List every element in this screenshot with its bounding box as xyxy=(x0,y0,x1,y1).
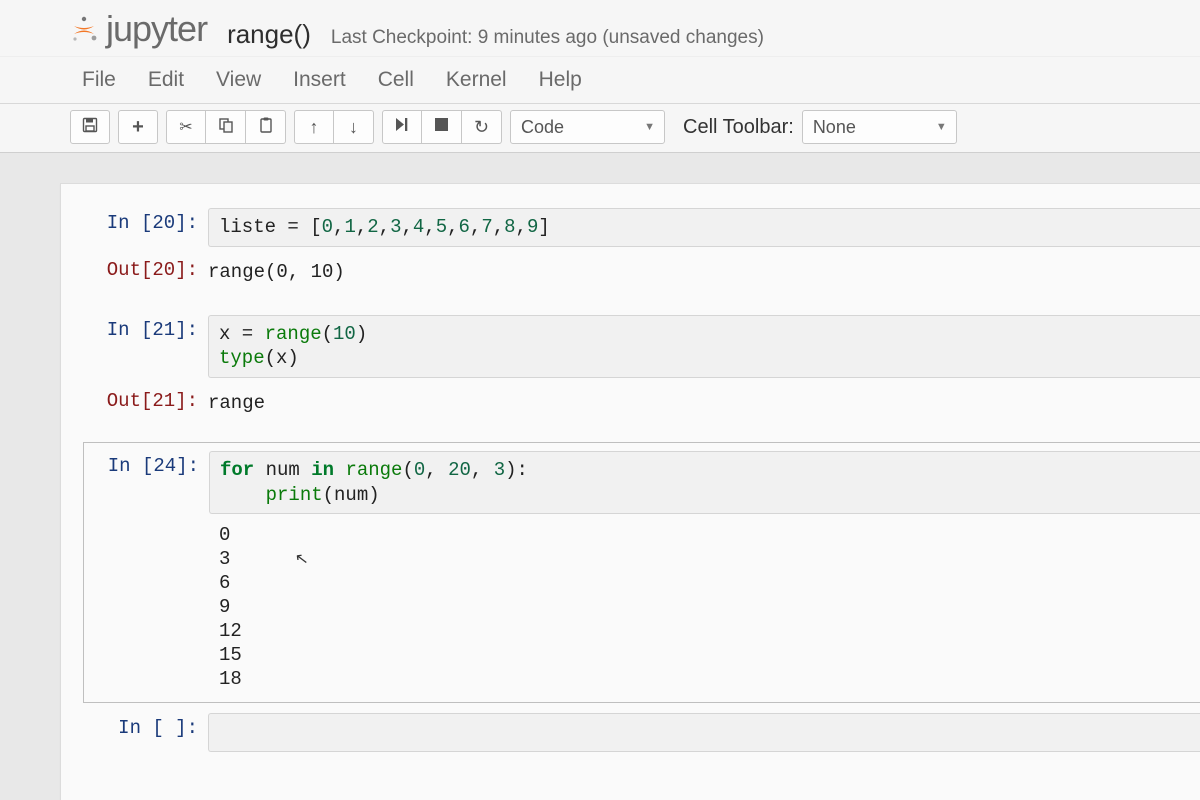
move-cell-down-button[interactable]: ↓ xyxy=(334,110,374,144)
cell-toolbar-label: Cell Toolbar: xyxy=(683,116,794,139)
stop-icon xyxy=(435,118,448,136)
arrow-up-icon: ↑ xyxy=(310,117,319,138)
notebook-header: jupyter range() Last Checkpoint: 9 minut… xyxy=(0,0,1200,56)
cell-type-select[interactable]: Code xyxy=(510,110,665,144)
menu-help[interactable]: Help xyxy=(539,60,582,100)
cut-button[interactable]: ✂ xyxy=(166,110,206,144)
toolbar: + ✂ ↑ ↓ xyxy=(0,104,1200,153)
copy-icon xyxy=(218,117,234,138)
stdout-output: 0 3 6 9 12 15 18 xyxy=(209,524,242,692)
output-row: Out[21]: range xyxy=(61,382,1200,428)
plus-icon: + xyxy=(132,116,144,139)
checkpoint-info: Last Checkpoint: 9 minutes ago (unsaved … xyxy=(331,27,764,49)
code-input-area[interactable]: liste = [0,1,2,3,4,5,6,7,8,9] xyxy=(208,208,1200,247)
jupyter-logo-text: jupyter xyxy=(106,8,207,50)
save-icon xyxy=(82,117,98,138)
input-prompt: In [21]: xyxy=(61,319,198,341)
code-cell[interactable]: In [24]: for num in range(0, 20, 3): prin… xyxy=(83,442,1200,703)
notebook-title[interactable]: range() xyxy=(227,19,311,50)
menu-view[interactable]: View xyxy=(216,60,261,100)
menu-cell[interactable]: Cell xyxy=(378,60,414,100)
restart-kernel-button[interactable]: ↻ xyxy=(462,110,502,144)
code-content: liste = [0,1,2,3,4,5,6,7,8,9] xyxy=(219,215,1190,240)
code-content: x = range(10) type(x) xyxy=(219,322,1190,371)
run-icon xyxy=(395,117,410,137)
output-row: Out[20]: range(0, 10) xyxy=(61,251,1200,297)
code-content xyxy=(219,720,1190,745)
cut-icon: ✂ xyxy=(179,117,192,137)
save-button[interactable] xyxy=(70,110,110,144)
copy-button[interactable] xyxy=(206,110,246,144)
menu-insert[interactable]: Insert xyxy=(293,60,346,100)
execute-result: range(0, 10) xyxy=(208,261,1200,285)
code-cell[interactable]: In [21]: x = range(10) type(x) xyxy=(61,311,1200,382)
input-prompt: In [24]: xyxy=(84,455,199,477)
restart-icon: ↻ xyxy=(474,117,489,138)
run-cell-button[interactable] xyxy=(382,110,422,144)
move-cell-up-button[interactable]: ↑ xyxy=(294,110,334,144)
paste-button[interactable] xyxy=(246,110,286,144)
menu-kernel[interactable]: Kernel xyxy=(446,60,507,100)
menu-file[interactable]: File xyxy=(82,60,116,100)
arrow-down-icon: ↓ xyxy=(349,117,358,138)
code-cell[interactable]: In [20]: liste = [0,1,2,3,4,5,6,7,8,9] xyxy=(61,204,1200,251)
cell-toolbar-select[interactable]: None xyxy=(802,110,957,144)
code-input-area[interactable]: for num in range(0, 20, 3): print(num) xyxy=(209,451,1200,514)
execute-result: range xyxy=(208,392,1200,416)
interrupt-kernel-button[interactable] xyxy=(422,110,462,144)
output-prompt: Out[20]: xyxy=(61,259,198,281)
jupyter-logo[interactable]: jupyter xyxy=(70,8,207,50)
input-prompt: In [20]: xyxy=(61,212,198,234)
code-content: for num in range(0, 20, 3): print(num) xyxy=(220,458,1190,507)
menubar: File Edit View Insert Cell Kernel Help xyxy=(0,56,1200,104)
code-cell[interactable]: In [ ]: xyxy=(61,709,1200,756)
menu-edit[interactable]: Edit xyxy=(148,60,184,100)
paste-icon xyxy=(258,117,274,138)
code-input-area[interactable]: x = range(10) type(x) xyxy=(208,315,1200,378)
notebook-container: In [20]: liste = [0,1,2,3,4,5,6,7,8,9] Out… xyxy=(60,183,1200,800)
output-prompt: Out[21]: xyxy=(61,390,198,412)
insert-cell-below-button[interactable]: + xyxy=(118,110,158,144)
code-input-area[interactable] xyxy=(208,713,1200,752)
input-prompt: In [ ]: xyxy=(61,717,198,739)
jupyter-planet-icon xyxy=(70,15,98,43)
